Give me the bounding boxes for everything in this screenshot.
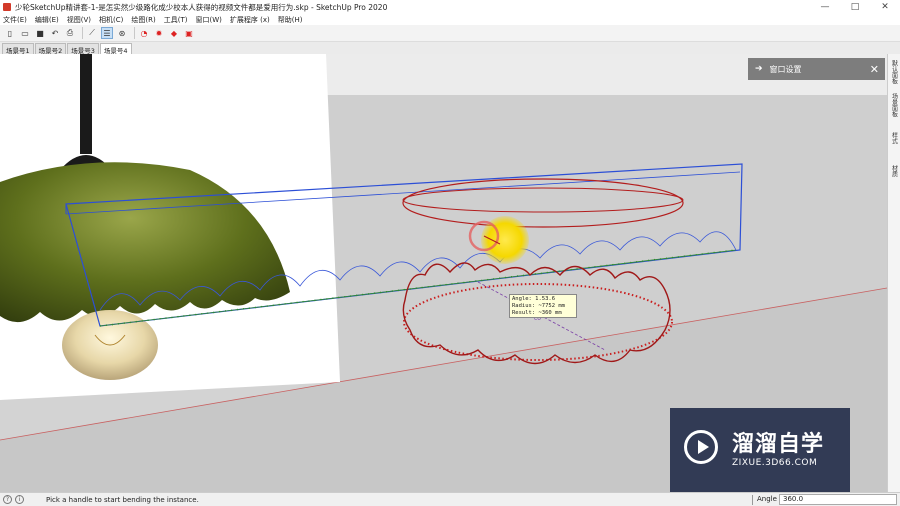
menu-file[interactable]: 文件(E) <box>3 15 27 25</box>
maximize-button[interactable]: □ <box>840 0 870 14</box>
save-icon[interactable]: ■ <box>34 27 46 39</box>
print-icon[interactable]: ⎙ <box>64 27 76 39</box>
minimize-button[interactable]: — <box>810 0 840 14</box>
menu-tools[interactable]: 工具(T) <box>164 15 188 25</box>
toolbar: ▯ ▭ ■ ↶ ⎙ ⟋ ☰ ⊛ ◔ ✹ ◆ ▣ <box>0 25 900 42</box>
scene-tabs: 场景号1 场景号2 场景号3 场景号4 <box>0 42 900 55</box>
watermark-logo: 溜溜自学 ZIXUE.3D66.COM <box>670 408 850 492</box>
default-tray-header[interactable]: ➔ 窗口设置 ✕ <box>748 58 885 80</box>
toolbar-divider <box>82 27 83 39</box>
scene-tab-3[interactable]: 场景号3 <box>67 43 99 55</box>
red-tool-4-icon[interactable]: ▣ <box>183 27 195 39</box>
tooltip-angle: Angle: 1.53.6 <box>512 296 556 302</box>
panel-tab-scenes[interactable]: 场景面板 <box>890 90 899 120</box>
menu-draw[interactable]: 绘图(R) <box>131 15 155 25</box>
scene-tab-2[interactable]: 场景号2 <box>34 43 67 55</box>
menu-view[interactable]: 视图(V) <box>67 15 91 25</box>
panel-tab-materials[interactable]: 材质 <box>890 156 899 186</box>
tooltip-radius: Radius: ~7752 mm <box>512 303 565 309</box>
undo-icon[interactable]: ↶ <box>49 27 61 39</box>
measure-tooltip: Angle: 1.53.6 Radius: ~7752 mm Result: ~… <box>509 294 577 318</box>
lamp-cord <box>80 54 92 154</box>
red-tool-3-icon[interactable]: ◆ <box>168 27 180 39</box>
line-icon[interactable]: ⟋ <box>86 27 98 39</box>
tray-arrow-icon[interactable]: ➔ <box>755 64 763 74</box>
tooltip-result: Result: ~360 mm <box>512 310 562 316</box>
scene-tab-1[interactable]: 场景号1 <box>2 43 34 55</box>
scene-tab-4[interactable]: 场景号4 <box>99 43 132 55</box>
menu-extensions[interactable]: 扩展程序 (x) <box>230 15 270 25</box>
menu-window[interactable]: 窗口(W) <box>195 15 221 25</box>
status-bar: ? i Pick a handle to start bending the i… <box>0 492 900 506</box>
right-side-tabs: 默认面板 场景面板 样式 材质 <box>887 54 900 492</box>
info-icon[interactable]: ? <box>3 495 12 504</box>
sketchup-logo-icon <box>3 3 11 11</box>
tray-close-button[interactable]: ✕ <box>870 63 879 76</box>
watermark-title: 溜溜自学 <box>732 432 825 457</box>
open-icon[interactable]: ▭ <box>19 27 31 39</box>
menu-edit[interactable]: 编辑(E) <box>35 15 59 25</box>
new-icon[interactable]: ▯ <box>4 27 16 39</box>
user-icon[interactable]: i <box>15 495 24 504</box>
tray-title: 窗口设置 <box>769 64 802 74</box>
menu-help[interactable]: 帮助(H) <box>278 15 303 25</box>
menu-camera[interactable]: 相机(C) <box>99 15 123 25</box>
menu-bar: 文件(E) 编辑(E) 视图(V) 相机(C) 绘图(R) 工具(T) 窗口(W… <box>0 14 900 25</box>
title-bar: 少轮SketchUp精讲套-1-是怎实然少级路化成少校本人获得的视频文件都是爱用… <box>0 0 900 14</box>
status-divider <box>752 495 753 505</box>
close-window-button[interactable]: ✕ <box>870 0 900 14</box>
window-title: 少轮SketchUp精讲套-1-是怎实然少级路化成少校本人获得的视频文件都是爱用… <box>15 2 388 12</box>
watermark-url: ZIXUE.3D66.COM <box>732 458 818 468</box>
red-tool-2-icon[interactable]: ✹ <box>153 27 165 39</box>
panel-tab-styles[interactable]: 样式 <box>890 123 899 153</box>
toolbar-divider <box>134 27 135 39</box>
select-icon[interactable]: ☰ <box>101 27 113 39</box>
orbit-icon[interactable]: ⊛ <box>116 27 128 39</box>
status-message: Pick a handle to start bending the insta… <box>46 495 199 504</box>
vcb-label: Angle <box>757 495 777 503</box>
panel-tab-default[interactable]: 默认面板 <box>890 57 899 87</box>
play-logo-icon <box>684 430 718 464</box>
vcb-input[interactable]: 360.0 <box>779 494 897 505</box>
red-tool-1-icon[interactable]: ◔ <box>138 27 150 39</box>
